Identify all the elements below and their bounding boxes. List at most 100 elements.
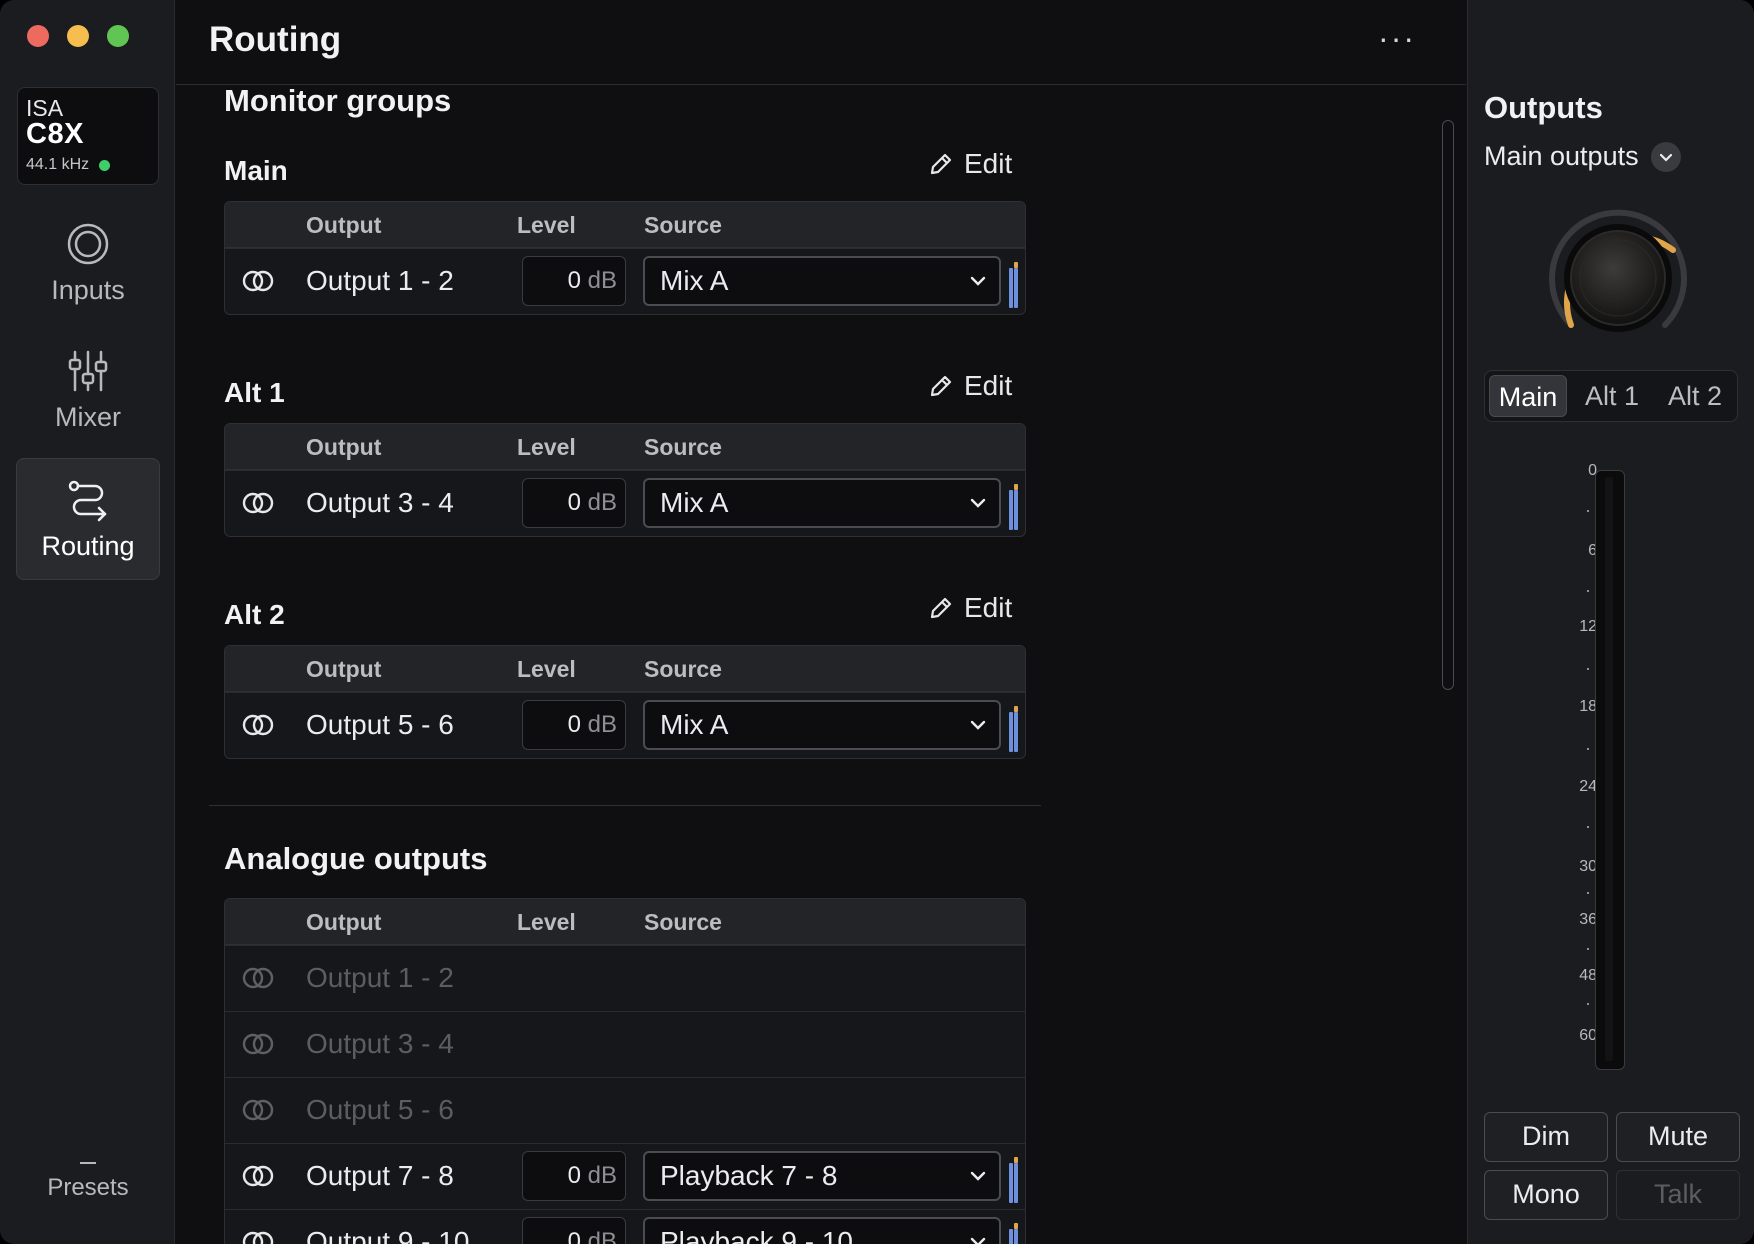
chevron-down-icon xyxy=(970,1171,986,1181)
edit-alt1-button[interactable]: Edit xyxy=(928,370,1012,402)
talk-button[interactable]: Talk xyxy=(1616,1170,1740,1220)
level-unit: dB xyxy=(587,1228,617,1244)
scrollbar-thumb[interactable] xyxy=(1442,120,1454,690)
source-select[interactable]: Mix A xyxy=(643,700,1001,750)
nav-routing[interactable]: Routing xyxy=(16,458,160,580)
level-meter xyxy=(1009,1223,1021,1244)
table-header: Output Level Source xyxy=(225,646,1025,692)
level-input[interactable]: 0 dB xyxy=(522,478,626,528)
analogue-outputs-title: Analogue outputs xyxy=(224,841,488,876)
source-select[interactable]: Playback 9 - 10 xyxy=(643,1217,1001,1244)
stereo-link-icon xyxy=(242,1033,274,1055)
level-value: 0 xyxy=(567,1228,581,1244)
level-input[interactable]: 0 dB xyxy=(522,256,626,306)
level-value: 0 xyxy=(567,1162,581,1189)
stereo-link-icon[interactable] xyxy=(242,1230,274,1244)
pencil-icon xyxy=(930,597,952,619)
close-window-button[interactable] xyxy=(27,25,49,47)
analogue-outputs-table: Output Level Source Output 1 - 2 Output … xyxy=(224,898,1026,1244)
level-meter xyxy=(1009,484,1021,530)
nav-mixer-label: Mixer xyxy=(55,401,121,432)
table-row: Output 1 - 2 xyxy=(225,945,1025,1011)
scale-tick xyxy=(1587,590,1589,592)
app-window: ISA C8X 44.1 kHz Inputs Mixer Routing Pr… xyxy=(0,0,1754,1244)
table-header: Output Level Source xyxy=(225,899,1025,945)
inputs-icon xyxy=(67,223,109,264)
device-card[interactable]: ISA C8X 44.1 kHz xyxy=(17,87,159,185)
meter-fill xyxy=(1605,477,1613,1061)
level-meter xyxy=(1009,262,1021,308)
source-value: Mix A xyxy=(660,487,729,518)
scale-tick xyxy=(1587,748,1589,750)
col-output: Output xyxy=(306,909,382,935)
device-model: C8X xyxy=(26,118,84,150)
source-select[interactable]: Playback 7 - 8 xyxy=(643,1151,1001,1201)
output-level-meter: 0 6 12 18 24 30 36 48 60 xyxy=(1468,460,1754,1070)
presets-dash-icon xyxy=(80,1162,96,1164)
group-title-alt1: Alt 1 xyxy=(224,377,285,408)
mono-button[interactable]: Mono xyxy=(1484,1170,1608,1220)
outputs-selector[interactable]: Main outputs xyxy=(1484,141,1681,172)
table-row: Output 1 - 2 0 dB Mix A xyxy=(225,248,1025,314)
table-row: Output 3 - 4 0 dB Mix A xyxy=(225,470,1025,536)
pencil-icon xyxy=(930,375,952,397)
level-value: 0 xyxy=(567,267,581,294)
level-unit: dB xyxy=(587,489,617,516)
sidebar: ISA C8X 44.1 kHz Inputs Mixer Routing Pr… xyxy=(0,0,175,1244)
table-row: Output 5 - 6 xyxy=(225,1077,1025,1143)
monitor-groups-title: Monitor groups xyxy=(224,83,452,118)
table-row: Output 3 - 4 xyxy=(225,1011,1025,1077)
dim-button[interactable]: Dim xyxy=(1484,1112,1608,1162)
col-source: Source xyxy=(644,656,722,682)
volume-knob[interactable] xyxy=(1538,198,1698,358)
stereo-link-icon[interactable] xyxy=(242,1164,274,1188)
level-input[interactable]: 0 dB xyxy=(522,1151,626,1201)
stereo-link-icon[interactable] xyxy=(242,269,274,293)
nav-presets[interactable]: Presets xyxy=(16,1140,160,1220)
col-source: Source xyxy=(644,212,722,238)
edit-alt2-button[interactable]: Edit xyxy=(928,592,1012,624)
scale-tick xyxy=(1587,668,1589,670)
col-level: Level xyxy=(517,434,576,460)
table-row: Output 5 - 6 0 dB Mix A xyxy=(225,692,1025,758)
stereo-link-icon[interactable] xyxy=(242,713,274,737)
minimize-window-button[interactable] xyxy=(67,25,89,47)
top-bar: Routing ··· xyxy=(176,0,1466,85)
source-select[interactable]: Mix A xyxy=(643,478,1001,528)
table-header: Output Level Source xyxy=(225,424,1025,470)
output-name: Output 5 - 6 xyxy=(306,709,454,740)
chevron-down-icon xyxy=(970,720,986,730)
edit-main-button[interactable]: Edit xyxy=(928,148,1012,180)
device-brand: ISA xyxy=(26,95,64,121)
source-select[interactable]: Mix A xyxy=(643,256,1001,306)
stereo-link-icon xyxy=(242,967,274,989)
monitor-group-segmented-control: Main Alt 1 Alt 2 xyxy=(1484,370,1738,422)
zoom-window-button[interactable] xyxy=(107,25,129,47)
col-output: Output xyxy=(306,212,382,238)
segment-alt1[interactable]: Alt 1 xyxy=(1573,375,1651,417)
stereo-link-icon xyxy=(242,1099,274,1121)
col-level: Level xyxy=(517,656,576,682)
routing-icon xyxy=(68,480,107,521)
scale-tick xyxy=(1587,892,1589,894)
mute-button[interactable]: Mute xyxy=(1616,1112,1740,1162)
chevron-down-icon xyxy=(1650,141,1681,172)
more-options-button[interactable]: ··· xyxy=(1378,22,1416,54)
outputs-selector-value: Main outputs xyxy=(1484,141,1639,171)
nav-mixer[interactable]: Mixer xyxy=(16,329,160,451)
scale-tick xyxy=(1587,1003,1589,1005)
nav-inputs[interactable]: Inputs xyxy=(16,202,160,324)
level-meter xyxy=(1009,1157,1021,1203)
segment-alt2[interactable]: Alt 2 xyxy=(1655,375,1735,417)
segment-main[interactable]: Main xyxy=(1489,375,1567,417)
col-level: Level xyxy=(517,212,576,238)
scale-tick xyxy=(1587,948,1589,950)
output-name: Output 7 - 8 xyxy=(306,1160,454,1191)
stereo-link-icon[interactable] xyxy=(242,491,274,515)
nav-routing-label: Routing xyxy=(41,530,135,561)
level-unit: dB xyxy=(587,267,617,294)
level-value: 0 xyxy=(567,489,581,516)
level-input[interactable]: 0 dB xyxy=(522,1217,626,1244)
level-input[interactable]: 0 dB xyxy=(522,700,626,750)
scale-tick xyxy=(1587,826,1589,828)
